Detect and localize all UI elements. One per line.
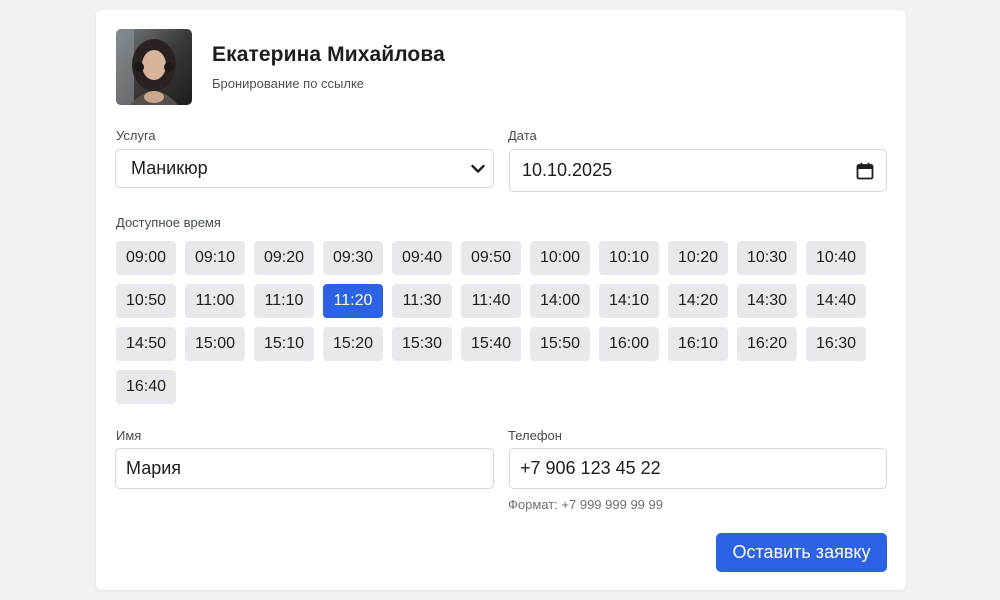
master-name: Екатерина Михайлова (212, 43, 445, 66)
time-slot[interactable]: 09:10 (185, 241, 245, 275)
time-slot[interactable]: 14:20 (668, 284, 728, 318)
time-slot[interactable]: 09:20 (254, 241, 314, 275)
profile-header: Екатерина Михайлова Бронирование по ссыл… (116, 29, 445, 105)
time-slot[interactable]: 15:30 (392, 327, 452, 361)
time-slot[interactable]: 11:00 (185, 284, 245, 318)
service-selected-value: Маникюр (131, 158, 208, 178)
phone-label: Телефон (508, 428, 562, 443)
time-slot[interactable]: 16:30 (806, 327, 866, 361)
booking-card: Екатерина Михайлова Бронирование по ссыл… (96, 10, 906, 590)
booking-subtitle: Бронирование по ссылке (212, 76, 365, 91)
phone-format-hint: Формат: +7 999 999 99 99 (508, 497, 663, 512)
time-slot[interactable]: 14:50 (116, 327, 176, 361)
time-slot[interactable]: 10:40 (806, 241, 866, 275)
time-slot[interactable]: 16:40 (116, 370, 176, 404)
submit-button[interactable]: Оставить заявку (716, 533, 887, 572)
time-slot[interactable]: 16:00 (599, 327, 659, 361)
time-slot[interactable]: 10:00 (530, 241, 590, 275)
time-label: Доступное время (116, 215, 221, 230)
date-input[interactable]: 10.10.2025 (509, 149, 887, 192)
time-slot[interactable]: 09:30 (323, 241, 383, 275)
time-slot-selected[interactable]: 11:20 (323, 284, 383, 318)
time-slot[interactable]: 15:20 (323, 327, 383, 361)
calendar-icon[interactable] (856, 162, 874, 180)
time-slot[interactable]: 10:30 (737, 241, 797, 275)
time-slot[interactable]: 11:30 (392, 284, 452, 318)
time-slots: 09:00 09:10 09:20 09:30 09:40 09:50 10:00 10:10… (116, 241, 876, 404)
time-slot[interactable]: 10:20 (668, 241, 728, 275)
name-value: Мария (126, 458, 182, 478)
time-slot[interactable]: 14:10 (599, 284, 659, 318)
time-slot[interactable]: 14:30 (737, 284, 797, 318)
time-slot[interactable]: 16:20 (737, 327, 797, 361)
avatar (116, 29, 192, 105)
time-slot[interactable]: 10:10 (599, 241, 659, 275)
time-slot[interactable]: 16:10 (668, 327, 728, 361)
date-label: Дата (508, 128, 537, 143)
time-slot[interactable]: 10:50 (116, 284, 176, 318)
time-slot[interactable]: 15:00 (185, 327, 245, 361)
time-slot[interactable]: 15:10 (254, 327, 314, 361)
name-input[interactable]: Мария (115, 448, 494, 489)
time-slot[interactable]: 09:50 (461, 241, 521, 275)
time-slot[interactable]: 11:10 (254, 284, 314, 318)
time-slot[interactable]: 09:40 (392, 241, 452, 275)
time-slot[interactable]: 11:40 (461, 284, 521, 318)
time-slot[interactable]: 14:40 (806, 284, 866, 318)
time-slot[interactable]: 09:00 (116, 241, 176, 275)
time-slot[interactable]: 15:50 (530, 327, 590, 361)
phone-input[interactable]: +7 906 123 45 22 (509, 448, 887, 489)
chevron-down-icon (471, 164, 485, 173)
date-value: 10.10.2025 (522, 160, 613, 180)
phone-value: +7 906 123 45 22 (520, 458, 661, 478)
time-slot[interactable]: 14:00 (530, 284, 590, 318)
service-label: Услуга (116, 128, 156, 143)
name-label: Имя (116, 428, 142, 443)
service-select[interactable]: Маникюр (115, 149, 494, 188)
time-slot[interactable]: 15:40 (461, 327, 521, 361)
